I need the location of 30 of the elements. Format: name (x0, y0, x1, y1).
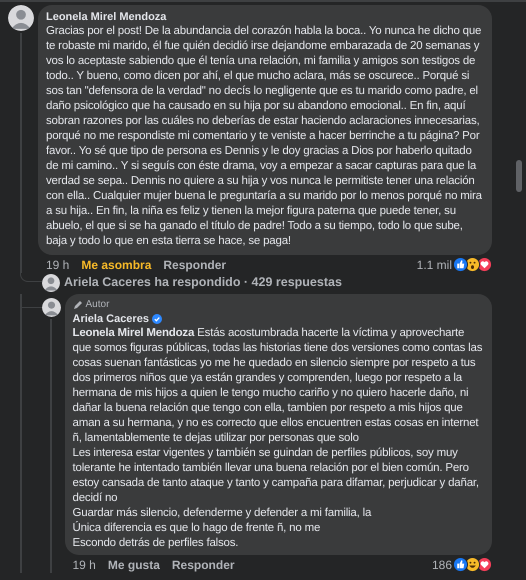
reaction-button[interactable]: Me asombra (81, 256, 152, 274)
reply-text: Guardar más silencio, defenderme y defender a mi familia, la (72, 506, 372, 521)
timestamp: 19 h (72, 556, 96, 574)
wow-reaction-icon (465, 257, 480, 272)
author-label: Autor (86, 298, 110, 312)
comment-text: Gracias por el post! De la abundancia del corazón habla la boca.. Yo nunca he dicho que te robaste mi marido, él fue quién decidió irse dejandome embarazada de 20 semanas y vos lo aceptaste sabiendo que él tenía una relación, mi familia y amigos son testigos de todo.. Y bueno, como dicen por ahí, el que mucho aclara, más se oscurece.. Porqué si sos tan "defensora de la verdad" no decís lo negligente que es tu marido como padre, el daño psicológico que ha causado en su hija por su abandono emocional.. En fin, aquí sobran razones por las cuáles no deberías de estar haciendo aclaraciones innecesarias, porqué no me respondiste mi comentario y te veniste a hacer berrinche a tu página? Por favor.. Yo sé que tipo de persona es Dennis y le doy gracias a Dios por haberlo quitado de mi camino.. Y si seguís con éste drama, voy a empezar a sacar capturas para que la verdad se sepa.. Dennis no quiere a su hija y vos nunca le permitiste tener una relación con ella.. Cualquier mujer buena le preguntaría a su marido por lo menos porqué no mira a su hija.. En fin, la niña es feliz y tienen la mejor figura paterna que puede tener, su abuelo, el que si se ha ganado el título de padre! Todo a su tiempo, todo lo que sube, baja y todo lo que en esta tierra se hace, se paga! (46, 24, 483, 249)
reply-text: Les interesa estar vigentes y también se guindan de perfiles públicos, soy muy tolerante he intentado también llevar una buena relación por el bien común. Pero estoy cansada de tanto ataque y tanto y campaña para difamar, perjudicar y dañar, decidí no (72, 446, 480, 506)
timestamp: 19 h (46, 256, 70, 274)
reply-button[interactable]: Responder (163, 256, 226, 274)
pencil-icon (72, 300, 82, 310)
reply-text: Escondo detrás de perfiles falsos. (72, 536, 240, 551)
reaction-count: 186 (432, 556, 452, 574)
thread-connector (20, 272, 42, 282)
reply-text: Única diferencia es que lo hago de frente ñ, no me (72, 521, 322, 536)
like-reaction-icon (453, 257, 468, 272)
avatar[interactable] (42, 274, 60, 292)
reaction-count: 1.1 mil (416, 256, 452, 274)
reply-button[interactable]: Responder (172, 556, 235, 574)
scrollbar-thumb[interactable] (516, 160, 522, 192)
love-reaction-icon (477, 557, 492, 572)
comment-author[interactable]: Leonela Mirel Mendoza (46, 10, 484, 24)
reply-text: Leonela Mirel Mendoza Estás acostumbrada hacerte la víctima y aprovecharte que somos figuras públicas, todas las historias tiene dos versiones como contas las cosas suenan fantásticas yo me he quedado en silencio siempre por respeto a tus dos primeros niños que ya están grandes y comprenden, luego por respeto a la hermana de mis hijos a quien le tengo mucho cariño y no quiero hacerle daño, ni dañar la buena relación que tengo con ella, tambien por respeto a mis hijos que aman a su hermana, y no es correcto que ellos encuentren estas cosas en internet ñ, lamentablemente te dejas utilizar por personas que solo (72, 326, 484, 446)
avatar[interactable] (8, 5, 34, 31)
replies-summary[interactable]: Ariela Caceres ha respondido · 429 respuestas (64, 273, 342, 292)
haha-reaction-icon (465, 557, 480, 572)
reaction-button[interactable]: Me gusta (108, 556, 160, 574)
reply-author[interactable]: Ariela Caceres (72, 312, 149, 326)
like-reaction-icon (453, 557, 468, 572)
avatar[interactable] (42, 298, 60, 317)
love-reaction-icon (477, 257, 492, 272)
